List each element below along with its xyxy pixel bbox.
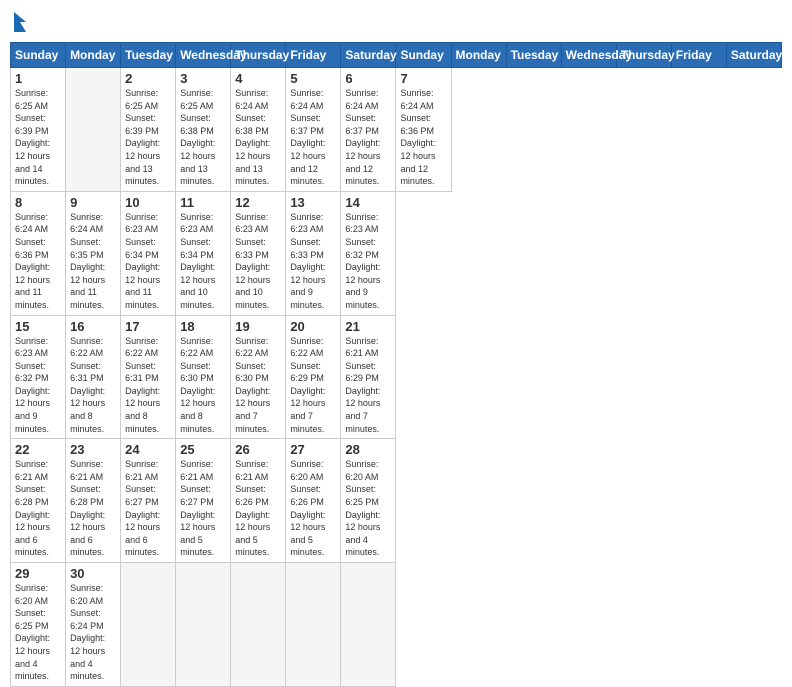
day-14: 14Sunrise: 6:23 AM Sunset: 6:32 PM Dayli… [341,191,396,315]
day-18: 18Sunrise: 6:22 AM Sunset: 6:30 PM Dayli… [176,315,231,439]
header-monday: Monday [66,43,121,68]
empty-cell [231,563,286,687]
day-24: 24Sunrise: 6:21 AM Sunset: 6:27 PM Dayli… [121,439,176,563]
header-thursday: Thursday [231,43,286,68]
calendar-week-4: 22Sunrise: 6:21 AM Sunset: 6:28 PM Dayli… [11,439,782,563]
page-header [10,10,782,34]
day-2: 2Sunrise: 6:25 AM Sunset: 6:39 PM Daylig… [121,68,176,192]
header-wednesday: Wednesday [561,43,616,68]
day-12: 12Sunrise: 6:23 AM Sunset: 6:33 PM Dayli… [231,191,286,315]
day-5: 5Sunrise: 6:24 AM Sunset: 6:37 PM Daylig… [286,68,341,192]
day-28: 28Sunrise: 6:20 AM Sunset: 6:25 PM Dayli… [341,439,396,563]
day-13: 13Sunrise: 6:23 AM Sunset: 6:33 PM Dayli… [286,191,341,315]
header-friday: Friday [286,43,341,68]
day-30: 30Sunrise: 6:20 AM Sunset: 6:24 PM Dayli… [66,563,121,687]
day-17: 17Sunrise: 6:22 AM Sunset: 6:31 PM Dayli… [121,315,176,439]
logo [10,10,36,34]
day-21: 21Sunrise: 6:21 AM Sunset: 6:29 PM Dayli… [341,315,396,439]
calendar-week-3: 15Sunrise: 6:23 AM Sunset: 6:32 PM Dayli… [11,315,782,439]
day-25: 25Sunrise: 6:21 AM Sunset: 6:27 PM Dayli… [176,439,231,563]
day-9: 9Sunrise: 6:24 AM Sunset: 6:35 PM Daylig… [66,191,121,315]
day-16: 16Sunrise: 6:22 AM Sunset: 6:31 PM Dayli… [66,315,121,439]
header-tuesday: Tuesday [506,43,561,68]
calendar-week-2: 8Sunrise: 6:24 AM Sunset: 6:36 PM Daylig… [11,191,782,315]
header-monday: Monday [451,43,506,68]
header-sunday: Sunday [396,43,451,68]
day-20: 20Sunrise: 6:22 AM Sunset: 6:29 PM Dayli… [286,315,341,439]
day-6: 6Sunrise: 6:24 AM Sunset: 6:37 PM Daylig… [341,68,396,192]
header-wednesday: Wednesday [176,43,231,68]
logo-icon [10,10,30,34]
calendar-header-row: SundayMondayTuesdayWednesdayThursdayFrid… [11,43,782,68]
day-23: 23Sunrise: 6:21 AM Sunset: 6:28 PM Dayli… [66,439,121,563]
header-saturday: Saturday [726,43,781,68]
day-3: 3Sunrise: 6:25 AM Sunset: 6:38 PM Daylig… [176,68,231,192]
header-tuesday: Tuesday [121,43,176,68]
header-friday: Friday [671,43,726,68]
day-26: 26Sunrise: 6:21 AM Sunset: 6:26 PM Dayli… [231,439,286,563]
day-15: 15Sunrise: 6:23 AM Sunset: 6:32 PM Dayli… [11,315,66,439]
empty-cell [121,563,176,687]
empty-cell [66,68,121,192]
day-27: 27Sunrise: 6:20 AM Sunset: 6:26 PM Dayli… [286,439,341,563]
header-thursday: Thursday [616,43,671,68]
day-1: 1Sunrise: 6:25 AM Sunset: 6:39 PM Daylig… [11,68,66,192]
day-8: 8Sunrise: 6:24 AM Sunset: 6:36 PM Daylig… [11,191,66,315]
header-saturday: Saturday [341,43,396,68]
day-10: 10Sunrise: 6:23 AM Sunset: 6:34 PM Dayli… [121,191,176,315]
empty-cell [341,563,396,687]
day-29: 29Sunrise: 6:20 AM Sunset: 6:25 PM Dayli… [11,563,66,687]
day-7: 7Sunrise: 6:24 AM Sunset: 6:36 PM Daylig… [396,68,451,192]
empty-cell [286,563,341,687]
calendar-week-5: 29Sunrise: 6:20 AM Sunset: 6:25 PM Dayli… [11,563,782,687]
day-4: 4Sunrise: 6:24 AM Sunset: 6:38 PM Daylig… [231,68,286,192]
calendar-table: SundayMondayTuesdayWednesdayThursdayFrid… [10,42,782,687]
day-11: 11Sunrise: 6:23 AM Sunset: 6:34 PM Dayli… [176,191,231,315]
header-sunday: Sunday [11,43,66,68]
day-19: 19Sunrise: 6:22 AM Sunset: 6:30 PM Dayli… [231,315,286,439]
calendar-week-1: 1Sunrise: 6:25 AM Sunset: 6:39 PM Daylig… [11,68,782,192]
empty-cell [176,563,231,687]
day-22: 22Sunrise: 6:21 AM Sunset: 6:28 PM Dayli… [11,439,66,563]
